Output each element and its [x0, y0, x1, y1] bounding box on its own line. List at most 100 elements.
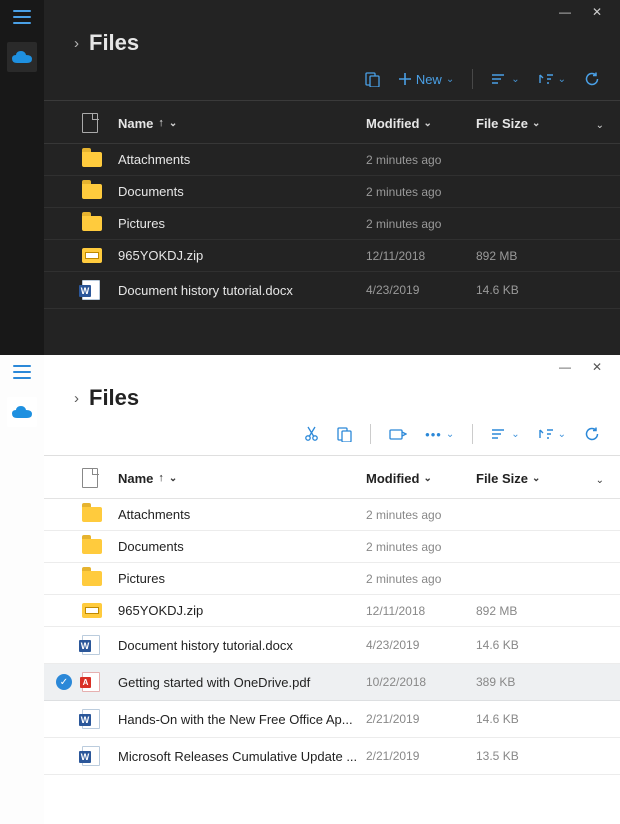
sort-button[interactable]: ⌄ [487, 70, 523, 88]
file-row[interactable]: Hands-On with the New Free Office Ap...2… [44, 701, 620, 738]
file-modified: 2/21/2019 [366, 749, 476, 763]
sort-up-icon: ↑ [158, 117, 164, 129]
chevron-down-icon: ⌄ [558, 429, 566, 440]
file-modified: 10/22/2018 [366, 675, 476, 689]
column-filesize[interactable]: File Size⌄ [476, 116, 576, 131]
file-row[interactable]: Pictures2 minutes ago [44, 208, 620, 240]
paste-button[interactable] [361, 68, 384, 90]
file-row[interactable]: 965YOKDJ.zip12/11/2018892 MB [44, 595, 620, 627]
onedrive-icon[interactable] [7, 42, 37, 72]
folder-icon [82, 216, 102, 231]
docx-icon [82, 709, 100, 729]
folder-icon [82, 539, 102, 554]
refresh-button[interactable] [580, 423, 604, 445]
chevron-down-icon: ⌄ [532, 473, 540, 484]
column-modified[interactable]: Modified⌄ [366, 471, 476, 486]
chevron-down-icon: ⌄ [423, 473, 431, 484]
file-modified: 2 minutes ago [366, 153, 476, 167]
file-type-icon[interactable] [82, 113, 98, 133]
chevron-down-icon: ⌄ [511, 429, 519, 440]
chevron-down-icon: ⌄ [511, 74, 519, 85]
new-label: New [416, 72, 442, 87]
file-row[interactable]: Attachments2 minutes ago [44, 499, 620, 531]
hamburger-menu-icon[interactable] [13, 365, 31, 379]
file-modified: 2/21/2019 [366, 712, 476, 726]
file-list: Attachments2 minutes agoDocuments2 minut… [44, 144, 620, 309]
close-button[interactable]: ✕ [590, 360, 604, 374]
file-modified: 2 minutes ago [366, 217, 476, 231]
file-size: 14.6 KB [476, 283, 576, 297]
file-name[interactable]: Pictures [118, 571, 366, 586]
column-modified[interactable]: Modified⌄ [366, 116, 476, 131]
new-button[interactable]: New ⌄ [394, 69, 458, 90]
column-name[interactable]: Name↑⌄ [118, 471, 366, 486]
file-row[interactable]: Document history tutorial.docx4/23/20191… [44, 272, 620, 309]
file-name[interactable]: Hands-On with the New Free Office Ap... [118, 712, 366, 727]
sort-options-button[interactable]: ⌄ [534, 70, 570, 88]
file-size: 892 MB [476, 604, 576, 618]
toolbar-divider [472, 69, 473, 89]
file-name[interactable]: Documents [118, 539, 366, 554]
hamburger-menu-icon[interactable] [13, 10, 31, 24]
docx-icon [82, 635, 100, 655]
file-type-icon[interactable] [82, 468, 98, 488]
selected-check-icon[interactable]: ✓ [56, 674, 72, 690]
sort-options-button[interactable]: ⌄ [534, 425, 570, 443]
file-size: 389 KB [476, 675, 576, 689]
file-name[interactable]: Document history tutorial.docx [118, 283, 366, 298]
file-name[interactable]: Getting started with OneDrive.pdf [118, 675, 366, 690]
close-button[interactable]: ✕ [590, 5, 604, 19]
chevron-down-icon: ⌄ [446, 429, 454, 440]
file-row[interactable]: 965YOKDJ.zip12/11/2018892 MB [44, 240, 620, 272]
file-modified: 4/23/2019 [366, 283, 476, 297]
chevron-right-icon[interactable]: › [74, 390, 79, 407]
docx-icon [82, 280, 100, 300]
more-button[interactable]: •••⌄ [421, 424, 458, 445]
file-row[interactable]: Documents2 minutes ago [44, 176, 620, 208]
chevron-down-icon: ⌄ [558, 74, 566, 85]
file-name[interactable]: Document history tutorial.docx [118, 638, 366, 653]
toolbar-divider [472, 424, 473, 444]
toolbar: New ⌄ ⌄ ⌄ [44, 60, 620, 101]
file-name[interactable]: Microsoft Releases Cumulative Update ... [118, 749, 366, 764]
file-name[interactable]: Attachments [118, 152, 366, 167]
sort-button[interactable]: ⌄ [487, 425, 523, 443]
sidebar [0, 355, 44, 824]
minimize-button[interactable]: — [558, 360, 572, 374]
chevron-down-icon: ⌄ [423, 118, 431, 129]
cut-button[interactable] [300, 423, 323, 445]
file-modified: 2 minutes ago [366, 540, 476, 554]
file-name[interactable]: Attachments [118, 507, 366, 522]
onedrive-icon[interactable] [7, 397, 37, 427]
minimize-button[interactable]: — [558, 5, 572, 19]
file-row[interactable]: Attachments2 minutes ago [44, 144, 620, 176]
file-row[interactable]: Microsoft Releases Cumulative Update ...… [44, 738, 620, 775]
file-row[interactable]: Document history tutorial.docx4/23/20191… [44, 627, 620, 664]
folder-icon [82, 571, 102, 586]
folder-icon [82, 507, 102, 522]
column-more[interactable]: ⌄ [576, 116, 604, 131]
folder-icon [82, 152, 102, 167]
file-name[interactable]: 965YOKDJ.zip [118, 603, 366, 618]
file-row[interactable]: ✓ Getting started with OneDrive.pdf10/22/… [44, 664, 620, 701]
share-button[interactable] [385, 424, 411, 444]
page-title: Files [89, 30, 139, 56]
file-row[interactable]: Documents2 minutes ago [44, 531, 620, 563]
chevron-down-icon: ⌄ [446, 74, 454, 85]
column-name[interactable]: Name↑⌄ [118, 116, 366, 131]
file-modified: 12/11/2018 [366, 604, 476, 618]
file-row[interactable]: Pictures2 minutes ago [44, 563, 620, 595]
copy-button[interactable] [333, 423, 356, 445]
pdf-icon [82, 672, 100, 692]
column-more[interactable]: ⌄ [576, 471, 604, 486]
file-modified: 4/23/2019 [366, 638, 476, 652]
column-filesize[interactable]: File Size⌄ [476, 471, 576, 486]
file-size: 892 MB [476, 249, 576, 263]
file-name[interactable]: 965YOKDJ.zip [118, 248, 366, 263]
file-name[interactable]: Pictures [118, 216, 366, 231]
file-name[interactable]: Documents [118, 184, 366, 199]
chevron-down-icon: ⌄ [169, 473, 177, 484]
refresh-button[interactable] [580, 68, 604, 90]
column-headers: Name↑⌄ Modified⌄ File Size⌄ ⌄ [44, 456, 620, 499]
chevron-right-icon[interactable]: › [74, 35, 79, 52]
